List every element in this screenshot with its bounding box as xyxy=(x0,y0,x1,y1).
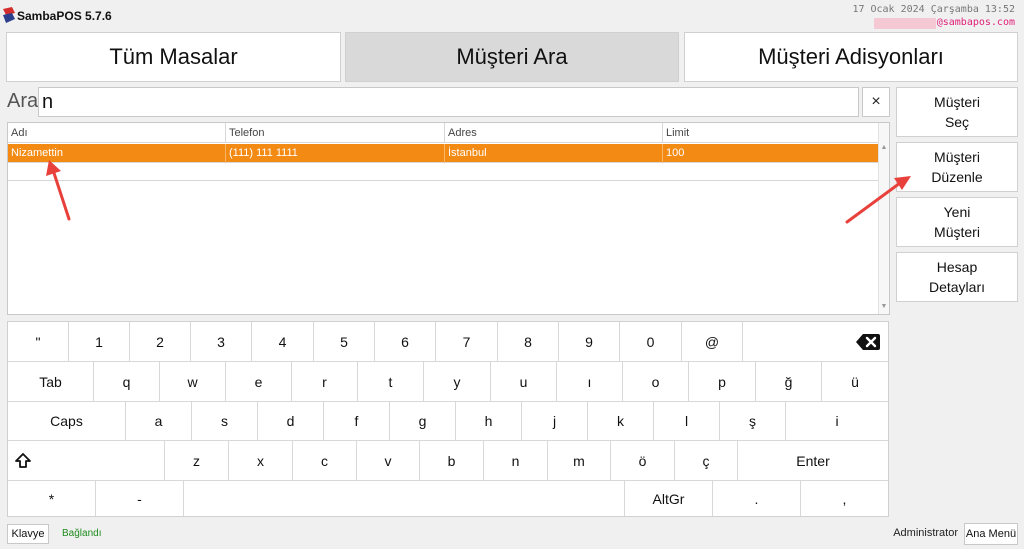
key-space[interactable] xyxy=(184,481,625,516)
column-header-phone[interactable]: Telefon xyxy=(226,123,445,143)
key-7[interactable]: 7 xyxy=(436,322,498,362)
key-comma[interactable]: , xyxy=(801,481,888,516)
grid-header: Adı Telefon Adres Limit xyxy=(8,123,879,143)
key-quote[interactable]: " xyxy=(8,322,69,362)
grid-scrollbar[interactable]: ▲ ▼ xyxy=(878,123,889,314)
user-email: @sambapos.com xyxy=(936,17,1015,28)
sambapos-logo-icon xyxy=(3,7,15,23)
key-altgr[interactable]: AltGr xyxy=(625,481,713,516)
key-2[interactable]: 2 xyxy=(130,322,191,362)
key-5[interactable]: 5 xyxy=(314,322,375,362)
key-h[interactable]: h xyxy=(456,402,522,441)
key-0[interactable]: 0 xyxy=(620,322,682,362)
scroll-down-icon[interactable]: ▼ xyxy=(879,302,889,312)
new-customer-button[interactable]: Yeni Müşteri xyxy=(896,197,1018,247)
key-x[interactable]: x xyxy=(229,441,293,481)
key-shift[interactable] xyxy=(8,441,165,481)
title-bar: SambaPOS 5.7.6 17 Ocak 2024 Çarşamba 13:… xyxy=(0,0,1024,30)
app-title: SambaPOS 5.7.6 xyxy=(17,9,112,23)
key-i[interactable]: i xyxy=(786,402,888,441)
key-8[interactable]: 8 xyxy=(498,322,559,362)
cell-limit: 100 xyxy=(666,147,685,159)
scroll-up-icon[interactable]: ▲ xyxy=(879,143,889,153)
key-1[interactable]: 1 xyxy=(69,322,130,362)
key-j[interactable]: j xyxy=(522,402,588,441)
key-c[interactable]: c xyxy=(293,441,357,481)
cell-name: Nizamettin xyxy=(8,144,226,163)
select-customer-button[interactable]: Müşteri Seç xyxy=(896,87,1018,137)
key-q[interactable]: q xyxy=(94,362,160,402)
key-u[interactable]: u xyxy=(491,362,557,402)
key-period[interactable]: . xyxy=(713,481,801,516)
datetime-readout: 17 Ocak 2024 Çarşamba 13:52 xyxy=(852,4,1015,15)
key-3[interactable]: 3 xyxy=(191,322,252,362)
key-p[interactable]: p xyxy=(689,362,756,402)
key-o[interactable]: o xyxy=(623,362,689,402)
key-m[interactable]: m xyxy=(548,441,611,481)
key-d[interactable]: d xyxy=(258,402,324,441)
table-row-selected[interactable]: Nizamettin (111) 111 1111 İstanbul 100 xyxy=(8,144,879,163)
tab-customer-search[interactable]: Müşteri Ara xyxy=(345,32,679,82)
keyboard-toggle-button[interactable]: Klavye xyxy=(7,524,49,544)
key-s[interactable]: s xyxy=(192,402,258,441)
backspace-icon xyxy=(856,333,880,350)
column-header-address[interactable]: Adres xyxy=(445,123,663,143)
key-tab[interactable]: Tab xyxy=(8,362,94,402)
row-divider xyxy=(8,180,879,181)
key-g[interactable]: g xyxy=(390,402,456,441)
key-c-cedilla[interactable]: ç xyxy=(675,441,738,481)
key-enter[interactable]: Enter xyxy=(738,441,888,481)
key-9[interactable]: 9 xyxy=(559,322,620,362)
key-z[interactable]: z xyxy=(165,441,229,481)
key-f[interactable]: f xyxy=(324,402,390,441)
on-screen-keyboard: " 1 2 3 4 5 6 7 8 9 0 @ Tab q w e r t y … xyxy=(7,321,889,517)
key-dotless-i[interactable]: ı xyxy=(557,362,623,402)
column-header-limit[interactable]: Limit xyxy=(663,123,879,143)
key-6[interactable]: 6 xyxy=(375,322,436,362)
key-asterisk[interactable]: * xyxy=(8,481,96,516)
search-label: Ara xyxy=(7,90,39,112)
current-user: Administrator xyxy=(893,527,958,539)
shift-icon xyxy=(15,452,31,468)
key-at[interactable]: @ xyxy=(682,322,743,362)
key-k[interactable]: k xyxy=(588,402,654,441)
account-details-button[interactable]: Hesap Detayları xyxy=(896,252,1018,302)
tab-all-tables[interactable]: Tüm Masalar xyxy=(6,32,341,82)
clear-search-button[interactable]: × xyxy=(862,87,890,117)
key-l[interactable]: l xyxy=(654,402,720,441)
key-u-umlaut[interactable]: ü xyxy=(822,362,888,402)
key-a[interactable]: a xyxy=(126,402,192,441)
email-redaction xyxy=(874,18,936,29)
key-w[interactable]: w xyxy=(160,362,226,402)
key-g-breve[interactable]: ğ xyxy=(756,362,822,402)
key-n[interactable]: n xyxy=(484,441,548,481)
key-o-umlaut[interactable]: ö xyxy=(611,441,675,481)
key-v[interactable]: v xyxy=(357,441,420,481)
key-4[interactable]: 4 xyxy=(252,322,314,362)
key-b[interactable]: b xyxy=(420,441,484,481)
cell-address: İstanbul xyxy=(445,144,663,163)
main-menu-button[interactable]: Ana Menü xyxy=(964,523,1018,545)
cell-phone: (111) 111 1111 xyxy=(226,144,445,163)
key-t[interactable]: t xyxy=(358,362,424,402)
connection-status: Bağlandı xyxy=(62,528,102,539)
tab-customer-tickets[interactable]: Müşteri Adisyonları xyxy=(684,32,1018,82)
edit-customer-button[interactable]: Müşteri Düzenle xyxy=(896,142,1018,192)
customer-grid: Adı Telefon Adres Limit Nizamettin (111)… xyxy=(7,122,890,315)
key-caps[interactable]: Caps xyxy=(8,402,126,441)
search-input[interactable] xyxy=(38,87,859,117)
key-backspace[interactable] xyxy=(743,322,888,362)
column-header-name[interactable]: Adı xyxy=(8,123,226,143)
key-r[interactable]: r xyxy=(292,362,358,402)
key-e[interactable]: e xyxy=(226,362,292,402)
key-y[interactable]: y xyxy=(424,362,491,402)
key-minus[interactable]: - xyxy=(96,481,184,516)
key-s-cedilla[interactable]: ş xyxy=(720,402,786,441)
